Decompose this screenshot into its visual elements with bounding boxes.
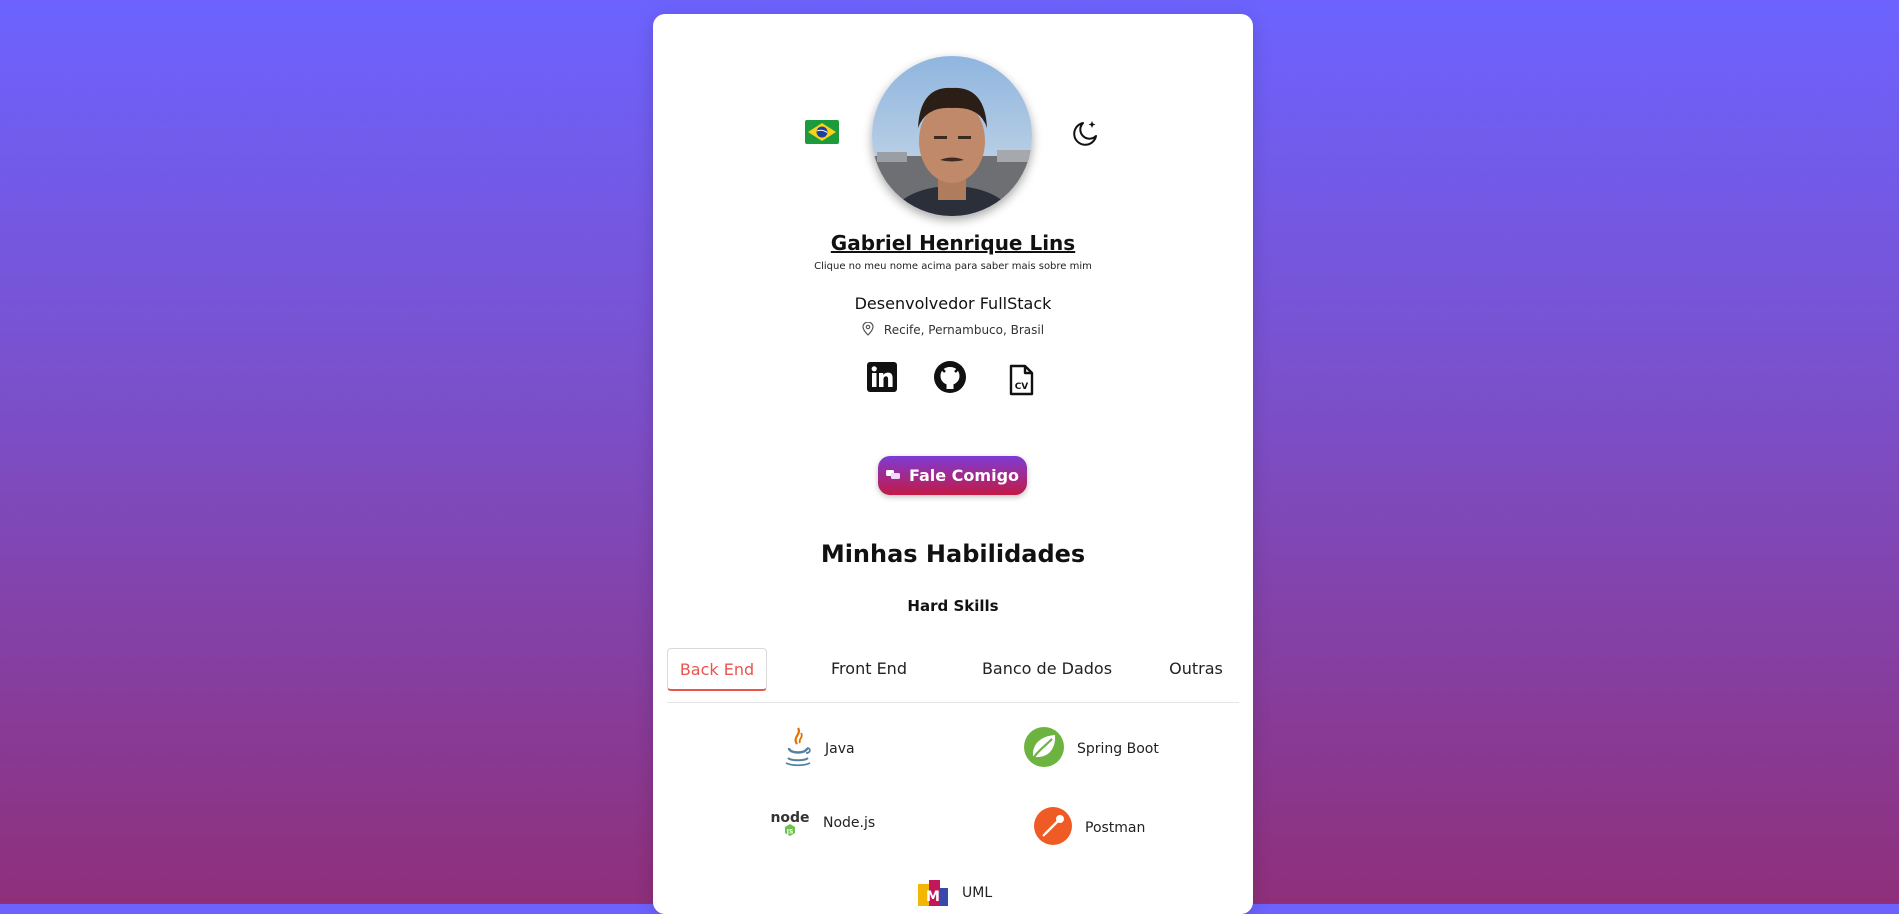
tab-back-end[interactable]: Back End <box>667 648 767 691</box>
profile-card: Gabriel Henrique Lins Clique no meu nome… <box>653 14 1253 914</box>
tab-front-end[interactable]: Front End <box>814 648 924 688</box>
uml-icon: M <box>916 874 950 912</box>
profile-role: Desenvolvedor FullStack <box>854 294 1052 313</box>
skill-label: Java <box>825 741 855 757</box>
contact-button[interactable]: Fale Comigo <box>878 456 1027 495</box>
location-pin-icon <box>862 321 874 339</box>
postman-icon <box>1033 806 1073 850</box>
skills-subtitle: Hard Skills <box>907 597 999 615</box>
skills-title: Minhas Habilidades <box>820 540 1086 568</box>
skill-label: Node.js <box>823 815 876 831</box>
skill-label: Postman <box>1085 820 1146 836</box>
nodejs-icon: node JS <box>769 806 811 840</box>
java-icon <box>783 726 813 772</box>
svg-text:M: M <box>926 889 940 905</box>
profile-name-link[interactable]: Gabriel Henrique Lins <box>653 231 1253 255</box>
svg-text:CV: CV <box>1015 382 1029 392</box>
skill-label: UML <box>962 885 993 901</box>
github-icon[interactable] <box>933 360 967 398</box>
skill-item-uml: M UML <box>916 874 992 912</box>
location-text: Recife, Pernambuco, Brasil <box>883 323 1045 337</box>
brazil-flag-icon[interactable] <box>805 120 839 144</box>
skill-item-java: Java <box>783 726 855 772</box>
skill-item-postman: Postman <box>1033 806 1145 850</box>
spring-boot-icon <box>1023 726 1065 772</box>
contact-button-label: Fale Comigo <box>908 466 1020 485</box>
tab-outras[interactable]: Outras <box>1163 648 1229 688</box>
svg-text:node: node <box>770 810 809 826</box>
skills-tabs: Back End Front End Banco de Dados Outras <box>667 648 1239 703</box>
profile-hint: Clique no meu nome acima para saber mais… <box>814 261 1092 272</box>
skill-label: Spring Boot <box>1077 741 1159 757</box>
linkedin-icon[interactable] <box>867 362 897 396</box>
skill-item-spring-boot: Spring Boot <box>1023 726 1159 772</box>
avatar <box>872 56 1032 216</box>
chat-bubbles-icon <box>885 466 900 485</box>
profile-location: Recife, Pernambuco, Brasil <box>653 321 1253 339</box>
cv-file-icon[interactable]: CV <box>1008 364 1034 400</box>
moon-stars-icon[interactable] <box>1071 118 1101 148</box>
svg-text:JS: JS <box>786 829 794 836</box>
skill-item-nodejs: node JS Node.js <box>769 806 875 840</box>
tab-banco-de-dados[interactable]: Banco de Dados <box>972 648 1122 688</box>
